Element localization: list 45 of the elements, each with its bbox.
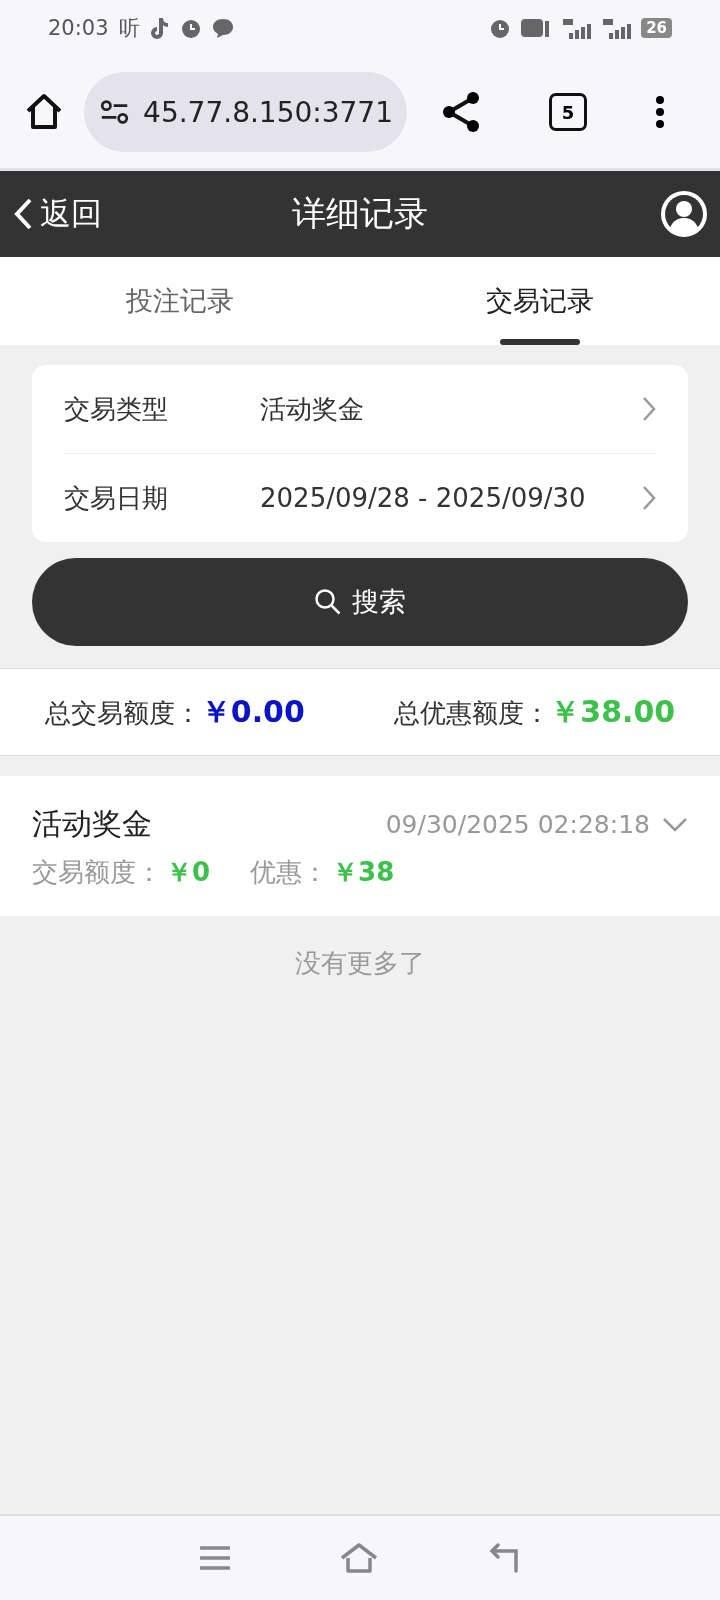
record-time: 09/30/2025 02:28:18 [385,810,650,839]
note-icon [149,17,170,39]
summary-value: ￥38.00 [550,693,676,729]
status-listen-text: 听 [118,15,140,42]
back-icon[interactable] [488,1543,520,1573]
search-icon [314,588,342,616]
home-icon[interactable] [24,92,64,132]
chat-icon [211,18,234,38]
chevron-down-icon[interactable] [662,816,688,833]
site-settings-icon[interactable] [100,98,130,126]
amount-value: ￥0 [166,856,211,889]
battery-level: 26 [641,18,672,38]
filter-label: 交易类型 [64,392,169,426]
page-title: 详细记录 [292,193,428,233]
hd-signal-icon [521,17,552,39]
more-icon[interactable] [655,95,665,129]
menu-icon[interactable] [200,1545,230,1571]
search-button[interactable]: 搜索 [32,558,688,646]
summary-value: ￥0.00 [200,693,305,729]
chevron-right-icon[interactable] [642,396,656,422]
filter-value[interactable]: 2025/09/28 - 2025/09/30 [260,483,642,513]
back-button[interactable]: 返回 [12,193,102,235]
tab-count-button[interactable]: 5 [549,93,587,131]
chevron-left-icon [12,197,34,231]
summary-label: 总优惠额度： [394,697,551,728]
share-icon[interactable] [441,91,481,133]
bonus-label: 优惠： [250,856,329,889]
record-tab[interactable]: 投注记录 [0,257,360,345]
record-tab[interactable]: 交易记录 [360,257,720,345]
record-type: 活动奖金 [32,805,152,843]
record-card[interactable]: 活动奖金 09/30/2025 02:28:18 交易额度：￥0 优惠：￥38 [0,776,720,916]
chevron-right-icon[interactable] [642,485,656,511]
bonus-value: ￥38 [332,856,395,889]
alarm-icon [179,17,202,39]
end-of-list-text: 没有更多了 [295,948,425,978]
address-bar[interactable]: 45.77.8.150:3771 [84,72,407,152]
amount-label: 交易额度： [32,856,162,889]
signal-icon [561,17,592,39]
alarm-icon [489,17,512,39]
summary-label: 总交易额度： [44,697,201,728]
filter-label: 交易日期 [64,481,169,515]
signal-icon [601,17,632,39]
status-time: 20:03 [48,16,109,40]
user-avatar-icon[interactable] [660,190,708,238]
filter-value[interactable]: 活动奖金 [260,391,642,427]
